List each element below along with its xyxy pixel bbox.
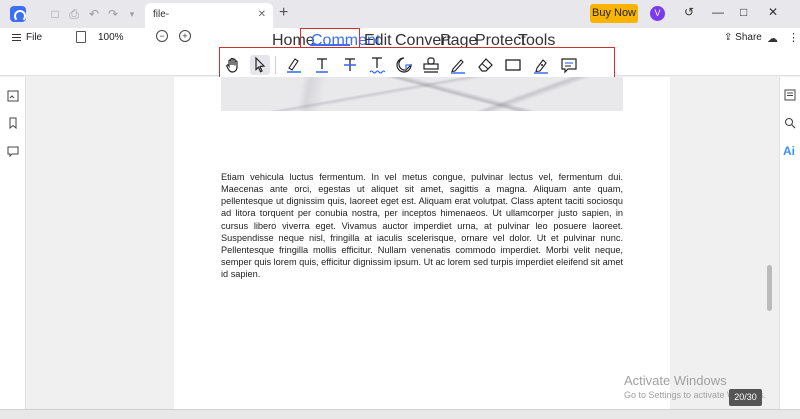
document-viewport: Etiam vehicula luctus fermentum. In vel …: [26, 77, 779, 409]
sticky-note-icon[interactable]: [394, 55, 414, 75]
squiggly-icon[interactable]: [367, 55, 387, 75]
document-tab[interactable]: file-example_PDF_1MB.pdf ✕: [145, 3, 273, 44]
maximize-icon[interactable]: □: [740, 5, 747, 19]
highlight-icon[interactable]: [284, 55, 304, 75]
zoom-level[interactable]: 100%: [98, 32, 124, 43]
marble-image: [221, 77, 623, 111]
file-menu-label: File: [26, 32, 43, 44]
thumbnail-icon[interactable]: [7, 90, 19, 102]
select-arrow-icon[interactable]: [250, 55, 270, 75]
stamp-icon[interactable]: [421, 55, 441, 75]
more-icon[interactable]: ⋮: [788, 31, 799, 44]
menu-bar: File 100% − + Home Comment Edit Convert …: [0, 28, 800, 84]
eraser-icon[interactable]: [475, 55, 495, 75]
print-icon[interactable]: ⎙: [67, 7, 81, 21]
hamburger-icon: [12, 32, 21, 43]
minimize-icon[interactable]: —: [712, 5, 724, 19]
share-button[interactable]: ⇪ Share: [724, 32, 762, 43]
zoom-in-icon[interactable]: +: [179, 30, 191, 42]
buy-now-button[interactable]: Buy Now: [590, 4, 638, 23]
pdf-page: Etiam vehicula luctus fermentum. In vel …: [174, 77, 670, 409]
close-tab-icon[interactable]: ✕: [258, 3, 266, 27]
hand-icon[interactable]: [223, 55, 243, 75]
redo-icon[interactable]: ↷: [106, 7, 120, 21]
dropdown-icon[interactable]: ▾: [125, 7, 139, 21]
vertical-scrollbar[interactable]: [767, 265, 772, 311]
file-menu-button[interactable]: File: [12, 32, 42, 43]
zoom-out-icon[interactable]: −: [156, 30, 168, 42]
watermark-title: Activate Windows: [624, 373, 727, 388]
strikethrough-icon[interactable]: [340, 55, 360, 75]
comment-tab-highlight-box: [300, 28, 360, 48]
help-icon[interactable]: ↺: [684, 5, 694, 19]
right-sidebar: Ai: [779, 77, 800, 409]
bookmark-icon[interactable]: [7, 117, 19, 129]
underline-icon[interactable]: [312, 55, 332, 75]
signature-icon[interactable]: [531, 55, 551, 75]
toolbar-separator: [275, 56, 276, 74]
new-tab-icon[interactable]: +: [279, 4, 288, 22]
cloud-icon[interactable]: ☁: [767, 32, 778, 45]
save-icon[interactable]: □: [48, 7, 62, 21]
bottom-status-bar: [0, 409, 800, 419]
app-logo-icon: [10, 6, 26, 22]
left-sidebar: [0, 77, 26, 409]
comments-panel-icon[interactable]: [7, 145, 19, 157]
rectangle-icon[interactable]: [503, 55, 523, 75]
share-label: Share: [735, 32, 762, 43]
title-bar: □ ⎙ ↶ ↷ ▾ file-example_PDF_1MB.pdf ✕ + B…: [0, 0, 800, 44]
avatar[interactable]: V: [650, 6, 665, 21]
pencil-icon[interactable]: [448, 55, 468, 75]
text-comment-icon[interactable]: [559, 55, 579, 75]
page-view-icon[interactable]: [76, 31, 86, 43]
properties-icon[interactable]: [784, 89, 796, 101]
search-icon[interactable]: [784, 117, 796, 129]
ai-assistant-icon[interactable]: Ai: [783, 144, 795, 158]
page-body-text: Etiam vehicula luctus fermentum. In vel …: [221, 172, 623, 280]
window-close-icon[interactable]: ✕: [768, 5, 778, 19]
undo-icon[interactable]: ↶: [87, 7, 101, 21]
page-indicator: 20/30: [729, 389, 762, 406]
